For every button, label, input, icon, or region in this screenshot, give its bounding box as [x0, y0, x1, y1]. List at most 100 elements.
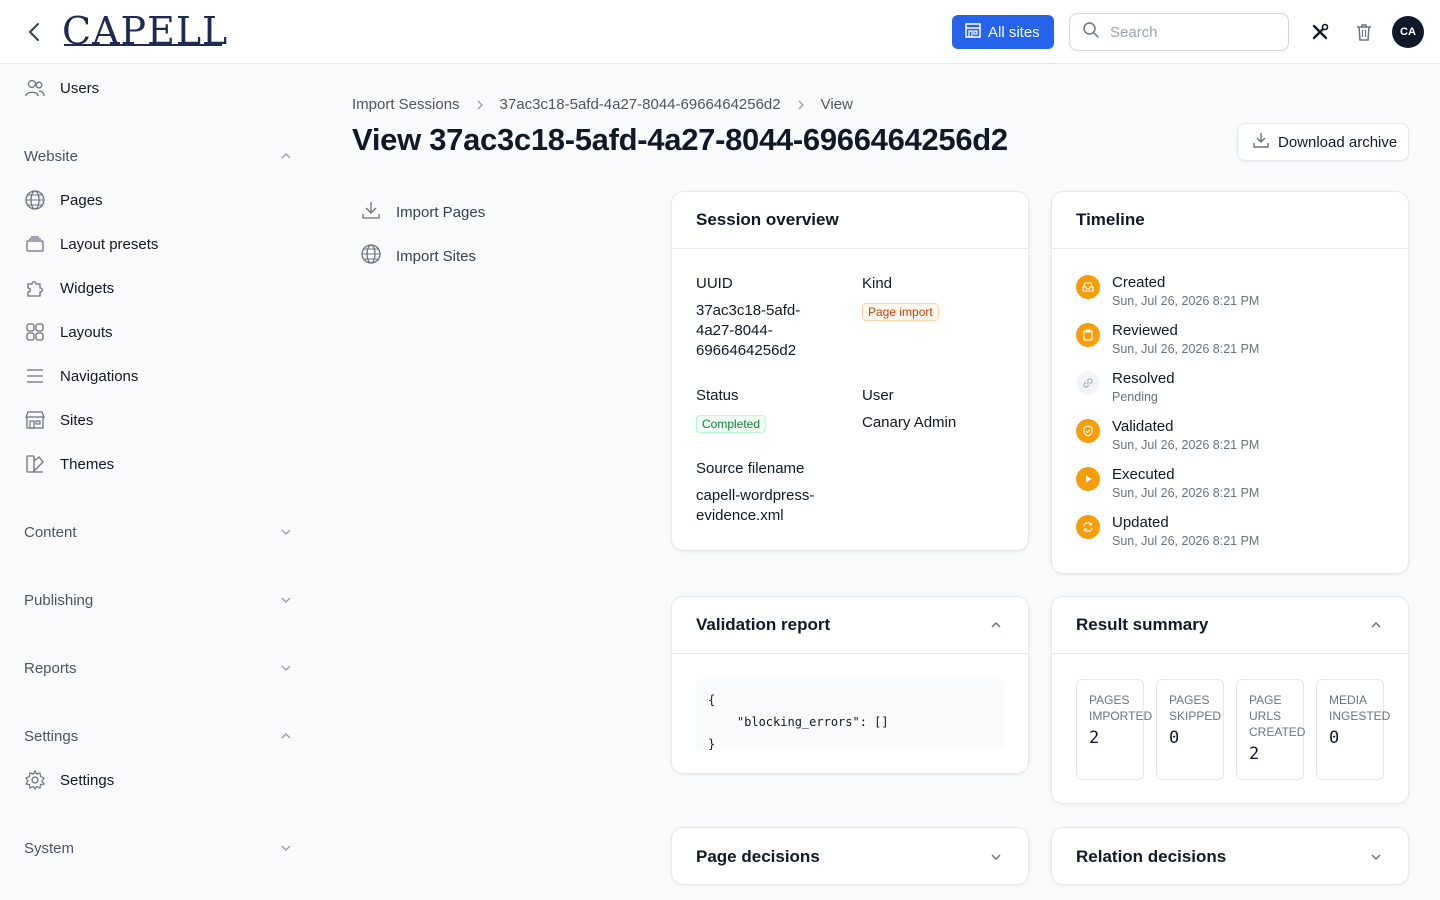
card-header[interactable]: Page decisions — [672, 828, 1028, 885]
sidebar-group-system[interactable]: System — [24, 836, 294, 860]
swatch-icon — [24, 453, 46, 475]
sidebar: Users Website Pages Layout presets Widge… — [0, 65, 316, 900]
all-sites-button[interactable]: All sites — [952, 15, 1054, 49]
timeline-item: Executed Sun, Jul 26, 2026 8:21 PM — [1076, 466, 1259, 502]
sidebar-item-label: Themes — [60, 455, 115, 473]
card-header[interactable]: Validation report — [672, 597, 1028, 654]
uuid-value: 37ac3c18-5afd- 4a27-8044- 6966464256d2 — [696, 301, 800, 361]
sidebar-item-label: Pages — [60, 191, 103, 209]
stat-label: MEDIA INGESTED — [1329, 693, 1391, 723]
sidebar-group-label: Content — [24, 523, 77, 541]
gear-icon — [24, 769, 46, 791]
chevron-up-icon[interactable] — [988, 617, 1004, 633]
clipboard-icon — [1076, 323, 1100, 347]
grid-icon — [24, 321, 46, 343]
sidebar-item-pages[interactable]: Pages — [24, 185, 103, 215]
timeline-time: Sun, Jul 26, 2026 8:21 PM — [1112, 438, 1260, 452]
subnav-import-sites[interactable]: Import Sites — [360, 243, 476, 269]
stat-page-urls-created: PAGE URLS CREATED 2 — [1236, 679, 1305, 780]
sidebar-item-settings[interactable]: Settings — [24, 765, 114, 795]
page-decisions-card[interactable]: Page decisions — [671, 827, 1029, 885]
breadcrumb-import-sessions[interactable]: Import Sessions — [352, 96, 460, 113]
card-header: Session overview — [672, 192, 1028, 249]
stat-value: 2 — [1249, 744, 1260, 764]
refresh-icon — [1076, 515, 1100, 539]
sidebar-group-label: Publishing — [24, 591, 94, 609]
brand-underline — [64, 44, 222, 46]
uuid-line: 6966464256d2 — [696, 342, 797, 359]
timeline-title: Reviewed — [1112, 322, 1178, 339]
breadcrumb-session-id[interactable]: 37ac3c18-5afd-4a27-8044-6966464256d2 — [500, 96, 781, 113]
sidebar-item-users[interactable]: Users — [24, 73, 99, 103]
tools-icon[interactable] — [1310, 22, 1330, 42]
timeline-item: Reviewed Sun, Jul 26, 2026 8:21 PM — [1076, 322, 1259, 358]
building-icon — [964, 21, 982, 43]
timeline-item: Updated Sun, Jul 26, 2026 8:21 PM — [1076, 514, 1259, 550]
sidebar-item-layout-presets[interactable]: Layout presets — [24, 229, 158, 259]
search-input[interactable] — [1110, 23, 1270, 41]
avatar[interactable]: CA — [1392, 16, 1424, 48]
card-header[interactable]: Relation decisions — [1052, 828, 1408, 885]
sidebar-group-content[interactable]: Content — [24, 520, 294, 544]
shield-check-icon — [1076, 419, 1100, 443]
sidebar-item-navigations[interactable]: Navigations — [24, 361, 138, 391]
timeline-item: Created Sun, Jul 26, 2026 8:21 PM — [1076, 274, 1259, 310]
timeline-title: Executed — [1112, 466, 1175, 483]
sidebar-item-sites[interactable]: Sites — [24, 405, 93, 435]
validation-report-card: Validation report { "blocking_errors": [… — [671, 596, 1029, 774]
timeline-time: Sun, Jul 26, 2026 8:21 PM — [1112, 342, 1260, 356]
sidebar-group-label: Website — [24, 147, 78, 165]
trash-icon[interactable] — [1354, 22, 1374, 42]
card-header: Timeline — [1052, 192, 1408, 249]
chevron-right-icon — [798, 100, 804, 109]
timeline-item: Validated Sun, Jul 26, 2026 8:21 PM — [1076, 418, 1259, 454]
stat-label: PAGES IMPORTED — [1089, 693, 1153, 723]
sidebar-group-settings[interactable]: Settings — [24, 724, 294, 748]
sidebar-group-label: Settings — [24, 727, 79, 745]
result-summary-card: Result summary PAGES IMPORTED 2 PAGES SK… — [1051, 596, 1409, 804]
all-sites-label: All sites — [988, 23, 1040, 41]
timeline-card: Timeline Created Sun, Jul 26, 2026 8:21 P… — [1051, 191, 1409, 574]
globe-icon — [360, 243, 382, 269]
stack-icon — [24, 233, 46, 255]
sidebar-item-widgets[interactable]: Widgets — [24, 273, 114, 303]
back-icon[interactable] — [24, 20, 44, 44]
sidebar-item-label: Users — [60, 79, 100, 97]
sidebar-item-layouts[interactable]: Layouts — [24, 317, 113, 347]
subnav-import-pages[interactable]: Import Pages — [360, 199, 485, 225]
card-title: Timeline — [1076, 210, 1145, 229]
download-archive-button[interactable]: Download archive — [1237, 123, 1409, 161]
sidebar-item-themes[interactable]: Themes — [24, 449, 114, 479]
sidebar-item-label: Navigations — [60, 367, 139, 385]
sidebar-group-website[interactable]: Website — [24, 144, 294, 168]
chevron-right-icon — [477, 100, 483, 109]
download-icon — [360, 199, 382, 225]
play-icon — [1076, 467, 1100, 491]
globe-icon — [24, 189, 46, 211]
brand-logo[interactable]: CAPELL — [62, 8, 228, 54]
stat-value: 0 — [1169, 728, 1180, 748]
uuid-line: 4a27-8044- — [696, 322, 773, 339]
uuid-line: 37ac3c18-5afd- — [696, 302, 801, 319]
stat-pages-skipped: PAGES SKIPPED 0 — [1156, 679, 1224, 780]
sidebar-group-publishing[interactable]: Publishing — [24, 588, 294, 612]
chevron-down-icon[interactable] — [1368, 849, 1384, 865]
sidebar-group-reports[interactable]: Reports — [24, 656, 294, 680]
sidebar-item-label: Layout presets — [60, 235, 159, 253]
card-header[interactable]: Result summary — [1052, 597, 1408, 654]
uuid-label: UUID — [696, 275, 733, 292]
relation-decisions-card[interactable]: Relation decisions — [1051, 827, 1409, 885]
card-title: Relation decisions — [1076, 846, 1227, 866]
chevron-up-icon[interactable] — [1368, 617, 1384, 633]
menu-icon — [24, 365, 46, 387]
chevron-down-icon[interactable] — [988, 849, 1004, 865]
user-label: User — [862, 387, 894, 404]
card-title: Session overview — [696, 210, 839, 229]
session-overview-card: Session overview UUID 37ac3c18-5afd- 4a2… — [671, 191, 1029, 551]
source-filename-label: Source filename — [696, 460, 805, 477]
status-label: Status — [696, 387, 739, 404]
timeline-time: Pending — [1112, 390, 1158, 404]
search-icon — [1082, 21, 1100, 43]
search-box[interactable] — [1069, 13, 1289, 51]
breadcrumb-current: View — [820, 96, 853, 113]
